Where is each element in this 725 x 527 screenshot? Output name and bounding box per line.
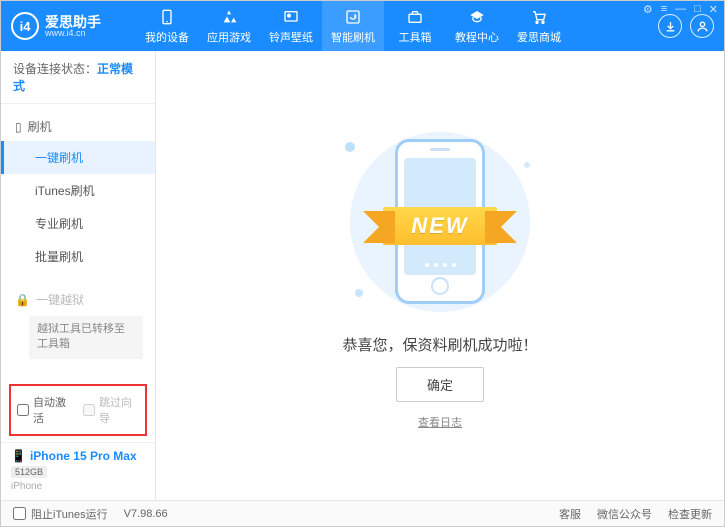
device-phone-icon: 📱 [11,449,26,463]
download-button[interactable] [658,14,682,38]
phone-icon: ▯ [15,120,22,134]
cart-icon [530,8,548,26]
view-log-link[interactable]: 查看日志 [418,414,462,430]
apps-icon [220,8,238,26]
footer: 阻止iTunes运行 V7.98.66 客服 微信公众号 检查更新 [1,500,724,526]
nav: 我的设备 应用游戏 铃声壁纸 智能刷机 工具箱 教程中心 爱思商城 [136,1,570,51]
content: NEW 恭喜您，保资料刷机成功啦！ 确定 查看日志 [156,51,724,500]
user-button[interactable] [690,14,714,38]
toolbox-icon [406,8,424,26]
device-info[interactable]: 📱 iPhone 15 Pro Max 512GB iPhone [1,442,155,500]
nav-toolbox[interactable]: 工具箱 [384,1,446,51]
success-illustration: NEW [325,122,555,322]
section-flash[interactable]: ▯ 刷机 [1,112,155,141]
maximize-icon[interactable]: □ [694,3,701,16]
close-icon[interactable]: ✕ [709,3,718,16]
graduation-icon [468,8,486,26]
sidebar-item-one-click-flash[interactable]: 一键刷机 [1,141,155,174]
device-status: 设备连接状态：正常模式 [1,51,155,104]
header: i4 爱思助手 www.i4.cn 我的设备 应用游戏 铃声壁纸 智能刷机 工具… [1,1,724,51]
nav-tutorials[interactable]: 教程中心 [446,1,508,51]
footer-link-wechat[interactable]: 微信公众号 [597,506,652,522]
device-type: iPhone [11,481,145,492]
minimize-icon[interactable]: — [675,3,686,16]
logo-icon: i4 [11,12,39,40]
device-name: iPhone 15 Pro Max [30,449,137,463]
options-box: 自动激活 跳过向导 [9,384,147,436]
menu-icon[interactable]: ≡ [661,3,667,16]
logo[interactable]: i4 爱思助手 www.i4.cn [11,12,136,40]
lock-icon: 🔒 [15,293,30,307]
section-more[interactable]: ☰ 更多 [1,373,155,378]
nav-smart-flash[interactable]: 智能刷机 [322,1,384,51]
nav-store[interactable]: 爱思商城 [508,1,570,51]
sidebar-item-batch-flash[interactable]: 批量刷机 [1,240,155,273]
app-name: 爱思助手 [45,15,101,29]
auto-activate-checkbox[interactable]: 自动激活 [17,394,73,426]
phone-icon [158,8,176,26]
window-controls: ⚙ ≡ — □ ✕ [643,3,718,16]
settings-icon[interactable]: ⚙ [643,3,653,16]
header-right [658,14,714,38]
version-label: V7.98.66 [124,508,168,520]
block-itunes-checkbox[interactable]: 阻止iTunes运行 [13,506,108,522]
device-storage: 512GB [11,466,47,478]
skip-guide-checkbox[interactable]: 跳过向导 [83,394,139,426]
nav-my-device[interactable]: 我的设备 [136,1,198,51]
sidebar-item-jailbreak-note[interactable]: 越狱工具已转移至工具箱 [29,316,143,359]
footer-link-update[interactable]: 检查更新 [668,506,712,522]
nav-apps-games[interactable]: 应用游戏 [198,1,260,51]
image-icon [282,8,300,26]
sidebar: 设备连接状态：正常模式 ▯ 刷机 一键刷机 iTunes刷机 专业刷机 批量刷机… [1,51,156,500]
sidebar-item-itunes-flash[interactable]: iTunes刷机 [1,174,155,207]
nav-ringtones[interactable]: 铃声壁纸 [260,1,322,51]
footer-link-support[interactable]: 客服 [559,506,581,522]
confirm-button[interactable]: 确定 [396,367,484,402]
section-jailbreak[interactable]: 🔒 一键越狱 [1,285,155,314]
new-ribbon: NEW [383,207,496,245]
app-url: www.i4.cn [45,29,101,38]
sidebar-item-pro-flash[interactable]: 专业刷机 [1,207,155,240]
refresh-icon [344,8,362,26]
success-message: 恭喜您，保资料刷机成功啦！ [342,334,537,355]
